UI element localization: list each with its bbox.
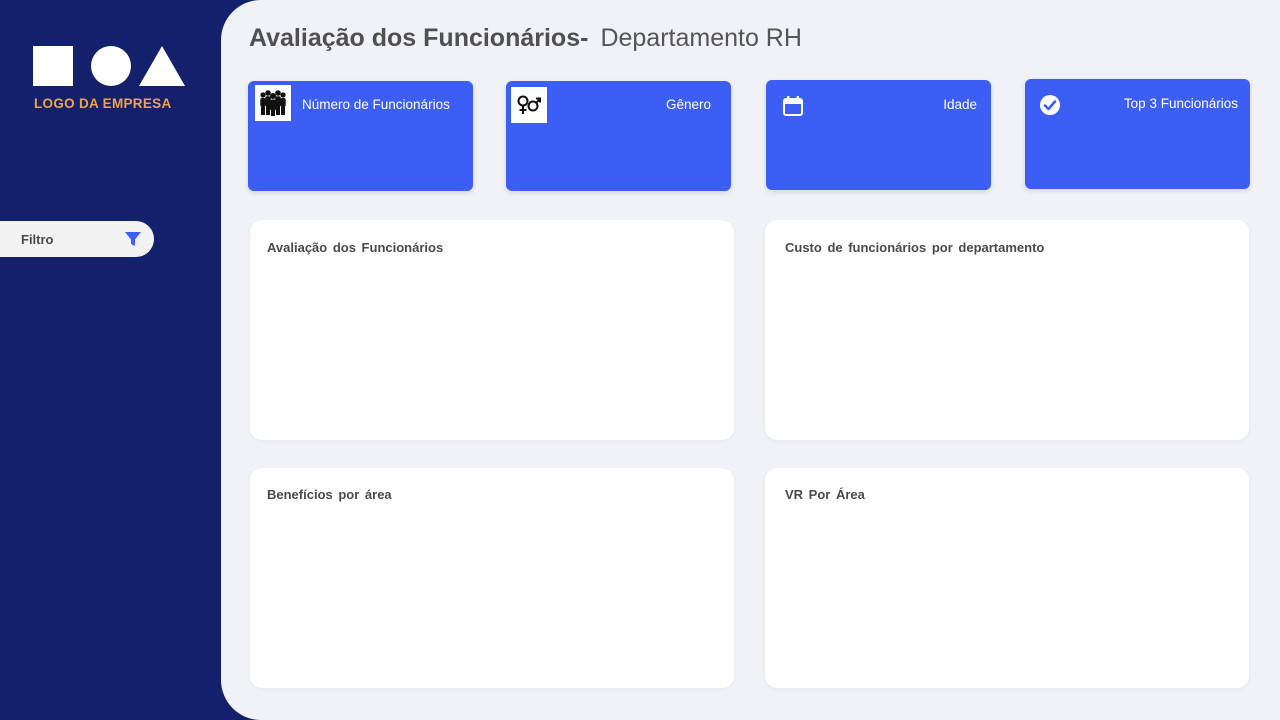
panel-title: VR Por Área xyxy=(785,487,865,502)
main-content: Avaliação dos Funcionários- Departamento … xyxy=(221,0,1280,720)
sidebar: LOGO DA EMPRESA Filtro xyxy=(0,0,221,720)
people-group-icon xyxy=(255,85,291,121)
page-title-department: Departamento RH xyxy=(600,24,802,52)
kpi-card-gender[interactable]: Gênero xyxy=(506,81,731,191)
kpi-card-top-3-employees[interactable]: Top 3 Funcionários xyxy=(1025,79,1250,189)
panel-cost-by-department: Custo de funcionários por departamento xyxy=(765,220,1249,440)
filter-label: Filtro xyxy=(21,231,54,247)
gender-icon xyxy=(511,87,547,123)
kpi-label: Número de Funcionários xyxy=(302,97,450,112)
panel-employee-evaluation: Avaliação dos Funcionários xyxy=(250,220,734,440)
page-title-main: Avaliação dos Funcionários- xyxy=(249,24,589,52)
panel-benefits-by-area: Benefícios por área xyxy=(250,468,734,688)
kpi-label: Top 3 Funcionários xyxy=(1123,96,1238,111)
company-logo xyxy=(33,46,185,86)
filter-funnel-icon xyxy=(124,230,142,248)
logo-circle-shape xyxy=(91,46,131,86)
logo-square-shape xyxy=(33,46,73,86)
kpi-card-number-of-employees[interactable]: Número de Funcionários xyxy=(248,81,473,191)
kpi-label: Gênero xyxy=(665,97,711,112)
logo-text: LOGO DA EMPRESA xyxy=(34,96,172,111)
kpi-label: Idade xyxy=(943,97,977,112)
panel-title: Avaliação dos Funcionários xyxy=(267,240,444,255)
filter-button[interactable]: Filtro xyxy=(0,221,154,257)
panel-title: Custo de funcionários por departamento xyxy=(785,240,1045,255)
calendar-icon xyxy=(782,95,804,122)
panel-vr-by-area: VR Por Área xyxy=(765,468,1249,688)
check-circle-icon xyxy=(1039,94,1061,121)
panel-title: Benefícios por área xyxy=(267,487,392,502)
logo-triangle-shape xyxy=(139,46,185,86)
kpi-card-age[interactable]: Idade xyxy=(766,80,991,190)
page-title: Avaliação dos Funcionários- Departamento … xyxy=(249,24,802,53)
